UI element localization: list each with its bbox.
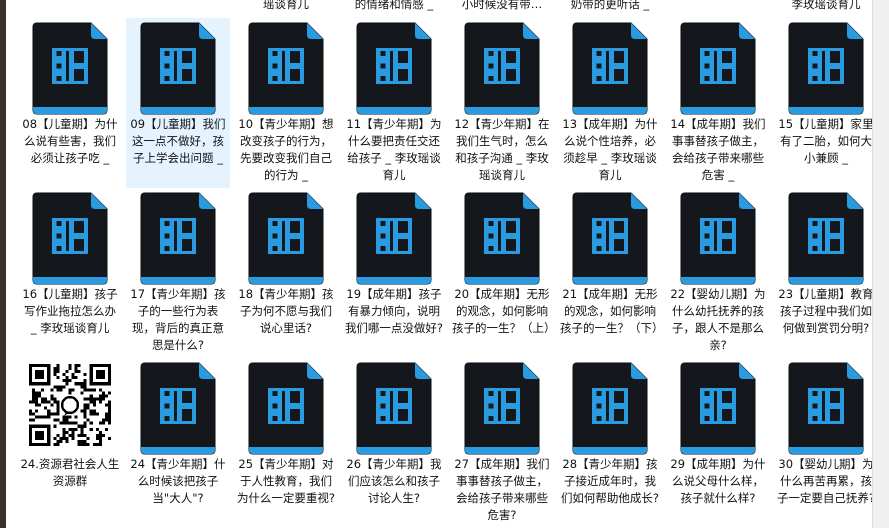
video-file-icon: [571, 361, 649, 456]
file-name-label: 27【成年期】我们事事替孩子做主，会给孩子带来哪些危害?: [454, 457, 550, 522]
file-name-label: 12【青少年期】在我们生气时，怎么和孩子沟通 _ 李玫瑶谈育儿: [454, 117, 550, 182]
video-file-tile[interactable]: 25【青少年期】对于人性教育，我们为什么一定要重视?: [234, 358, 338, 528]
file-name-label: 17【青少年期】孩子的一些行为表现，背后的真正意思是什么?: [130, 287, 226, 352]
file-label-partial: 的情绪和情感 _: [354, 0, 434, 11]
video-file-icon: [355, 361, 433, 456]
video-file-tile[interactable]: 12【青少年期】在我们生气时，怎么和孩子沟通 _ 李玫瑶谈育儿: [450, 18, 554, 188]
file-name-label: 24【青少年期】什么时候该把孩子当"大人"?: [130, 457, 226, 505]
video-file-icon: [463, 191, 541, 286]
file-name-label: 20【成年期】无形的观念，如何影响孩子的一生？（上）: [452, 287, 556, 335]
file-name-label: 24.资源君社会人生资源群: [20, 457, 120, 488]
file-name-label: 26【青少年期】我们应该怎么和孩子讨论人生?: [346, 457, 442, 505]
video-file-tile[interactable]: 23【儿童期】教育孩子过程中我们如何做到赏罚分明?: [774, 188, 878, 358]
video-file-tile[interactable]: 21【成年期】无形的观念，如何影响孩子的一生？（下）: [558, 188, 664, 358]
video-file-tile[interactable]: 16【儿童期】孩子写作业拖拉怎么办 _ 李玫瑶谈育儿: [18, 188, 122, 358]
video-file-tile[interactable]: 13【成年期】为什么说个性培养，必须趁早 _ 李玫瑶谈育儿: [558, 18, 662, 188]
video-file-icon: [787, 191, 865, 286]
video-file-icon: [571, 191, 649, 286]
video-file-tile[interactable]: 26【青少年期】我们应该怎么和孩子讨论人生?: [342, 358, 446, 528]
file-grid: 瑶谈育儿 的情绪和情感 _ 小时候没有带… 奶带的更听话 _ 李玫瑶谈育儿 08【儿童期…: [0, 0, 889, 528]
video-file-tile[interactable]: 28【青少年期】孩子接近成年时，我们如何帮助他成长?: [558, 358, 662, 528]
video-file-icon: [787, 361, 865, 456]
video-file-tile[interactable]: 24【青少年期】什么时候该把孩子当"大人"?: [126, 358, 230, 528]
file-name-label: 22【婴幼儿期】为什么幼托抚养的孩子，跟人不是那么亲?: [670, 287, 766, 352]
file-name-label: 25【青少年期】对于人性教育，我们为什么一定要重视?: [236, 457, 336, 505]
file-name-label: 14【成年期】我们事事替孩子做主，会给孩子带来哪些危害 _: [670, 117, 766, 182]
file-name-label: 15【儿童期】家里有了二胎，如何大小兼顾 _: [778, 117, 874, 165]
file-name-label: 13【成年期】为什么说个性培养，必须趁早 _ 李玫瑶谈育儿: [562, 117, 658, 182]
file-name-label: 18【青少年期】孩子为何不愿与我们说心里话?: [238, 287, 334, 335]
video-file-icon: [247, 21, 325, 116]
video-file-tile[interactable]: 29【成年期】为什么说父母什么样，孩子就什么样?: [666, 358, 770, 528]
video-file-tile[interactable]: 19【成年期】孩子有暴力倾向，说明我们哪一点没做好?: [342, 188, 446, 358]
video-file-tile[interactable]: 18【青少年期】孩子为何不愿与我们说心里话?: [234, 188, 338, 358]
image-file-tile[interactable]: 24.资源君社会人生资源群: [18, 358, 122, 528]
video-file-tile[interactable]: 17【青少年期】孩子的一些行为表现，背后的真正意思是什么?: [126, 188, 230, 358]
video-file-icon: [31, 21, 109, 116]
video-file-tile[interactable]: 15【儿童期】家里有了二胎，如何大小兼顾 _: [774, 18, 878, 188]
file-name-label: 21【成年期】无形的观念，如何影响孩子的一生？（下）: [560, 287, 664, 335]
file-label-partial: 瑶谈育儿: [263, 0, 309, 11]
video-file-icon: [247, 361, 325, 456]
video-file-tile[interactable]: 11【青少年期】为什么要把责任交还给孩子 _ 李玫瑶谈育儿: [342, 18, 446, 188]
video-file-icon: [463, 21, 541, 116]
video-file-tile[interactable]: 30【婴幼儿期】为什么再苦再累，孩子一定要自己抚养?: [774, 358, 878, 528]
video-file-icon: [31, 191, 109, 286]
file-name-label: 28【青少年期】孩子接近成年时，我们如何帮助他成长?: [560, 457, 660, 505]
file-label-partial: 李玫瑶谈育儿: [791, 0, 861, 11]
file-name-label: 19【成年期】孩子有暴力倾向，说明我们哪一点没做好?: [344, 287, 444, 335]
video-file-icon: [679, 21, 757, 116]
video-file-icon: [787, 21, 865, 116]
video-file-icon: [679, 191, 757, 286]
file-name-label: 10【青少年期】想改变孩子的行为，先要改变我们自己的行为 _: [238, 117, 334, 182]
file-name-label: 29【成年期】为什么说父母什么样，孩子就什么样?: [670, 457, 766, 505]
video-file-icon: [247, 191, 325, 286]
video-file-icon: [139, 191, 217, 286]
video-file-icon: [679, 361, 757, 456]
file-name-label: 08【儿童期】为什么说有些害，我们必须让孩子吃 _: [22, 117, 118, 165]
file-name-label: 16【儿童期】孩子写作业拖拉怎么办 _ 李玫瑶谈育儿: [22, 287, 118, 335]
video-file-tile[interactable]: 22【婴幼儿期】为什么幼托抚养的孩子，跟人不是那么亲?: [666, 188, 770, 358]
qr-code-image: [26, 361, 114, 449]
file-label-partial: 小时候没有带…: [461, 0, 543, 11]
video-file-tile[interactable]: 08【儿童期】为什么说有些害，我们必须让孩子吃 _: [18, 18, 122, 188]
video-file-tile[interactable]: 27【成年期】我们事事替孩子做主，会给孩子带来哪些危害?: [450, 358, 554, 528]
video-file-icon: [355, 21, 433, 116]
video-file-icon: [139, 361, 217, 456]
file-name-label: 09【儿童期】我们这一点不做好，孩子上学会出问题 _: [130, 117, 226, 165]
video-file-tile[interactable]: 10【青少年期】想改变孩子的行为，先要改变我们自己的行为 _: [234, 18, 338, 188]
file-name-label: 23【儿童期】教育孩子过程中我们如何做到赏罚分明?: [778, 287, 874, 335]
video-file-icon: [571, 21, 649, 116]
video-file-tile[interactable]: 09【儿童期】我们这一点不做好，孩子上学会出问题 _: [126, 18, 230, 188]
video-file-icon: [139, 21, 217, 116]
video-file-tile[interactable]: 20【成年期】无形的观念，如何影响孩子的一生？（上）: [450, 188, 556, 358]
vertical-scrollbar[interactable]: [872, 0, 889, 528]
file-name-label: 11【青少年期】为什么要把责任交还给孩子 _ 李玫瑶谈育儿: [346, 117, 442, 182]
file-label-partial: 奶带的更听话 _: [570, 0, 650, 11]
video-file-icon: [355, 191, 433, 286]
video-file-icon: [463, 361, 541, 456]
file-name-label: 30【婴幼儿期】为什么再苦再累，孩子一定要自己抚养?: [776, 457, 876, 505]
video-file-tile[interactable]: 14【成年期】我们事事替孩子做主，会给孩子带来哪些危害 _: [666, 18, 770, 188]
